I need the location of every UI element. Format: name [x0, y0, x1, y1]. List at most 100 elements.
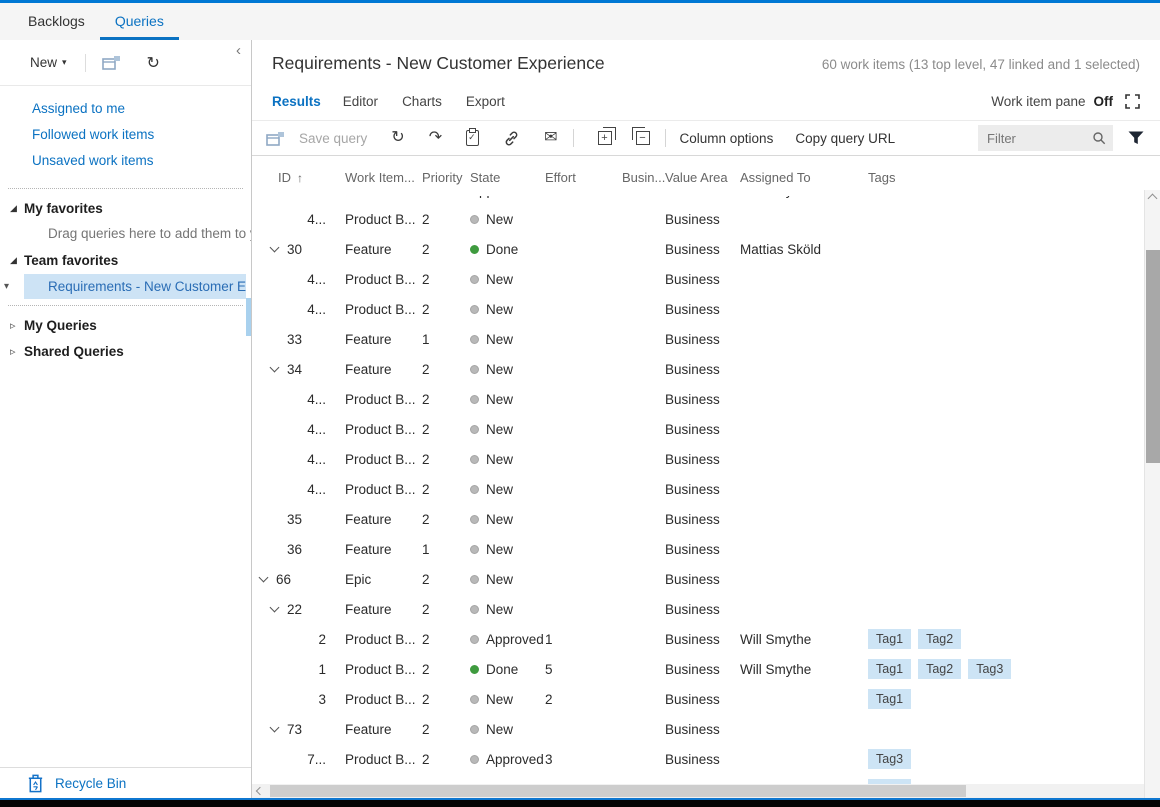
work-item-priority: 2 [422, 482, 470, 497]
collapse-sidebar-icon[interactable]: ‹ [236, 42, 241, 59]
column-header-state[interactable]: State [470, 170, 545, 185]
work-item-id: 7... [307, 752, 326, 767]
tab-charts[interactable]: Charts [402, 94, 442, 109]
work-item-id: 36 [287, 542, 302, 557]
tab-results[interactable]: Results [272, 94, 321, 109]
expand-chevron-icon[interactable] [259, 572, 269, 582]
table-row[interactable]: 4... Product B... 2 New Business [252, 294, 1160, 324]
work-item-priority: 2 [422, 392, 470, 407]
column-header-tags[interactable]: Tags [868, 170, 1160, 185]
email-query-icon[interactable]: ✉ [544, 130, 557, 146]
refresh-icon[interactable]: ↻ [391, 130, 404, 146]
table-row[interactable]: 35 Feature 2 New Business [252, 504, 1160, 534]
new-query-button[interactable]: New [30, 55, 57, 70]
tag-pill: Tag3 [968, 659, 1011, 679]
clipboard-check-icon[interactable] [466, 130, 479, 146]
table-row[interactable]: 4... Product B... 2 New Business [252, 384, 1160, 414]
fullscreen-icon[interactable] [1125, 94, 1140, 109]
table-row[interactable]: 1 Product B... 2 Done 5 Business Will Sm… [252, 654, 1160, 684]
work-item-value-area: Business [665, 242, 740, 257]
work-item-effort: 3 [545, 752, 622, 767]
tab-editor[interactable]: Editor [343, 94, 378, 109]
scroll-up-arrow-icon[interactable] [1148, 194, 1158, 204]
section-team-favorites[interactable]: ◢ Team favorites [0, 247, 251, 273]
section-shared-queries[interactable]: ▹ Shared Queries [0, 338, 251, 364]
work-item-value-area: Business [665, 332, 740, 347]
save-query-button[interactable]: Save query [299, 131, 367, 146]
column-header-assigned-to[interactable]: Assigned To [740, 170, 868, 185]
table-row[interactable]: 4... Product B... 2 New Business [252, 204, 1160, 234]
table-row[interactable]: 36 Feature 1 New Business [252, 534, 1160, 564]
tab-backlogs[interactable]: Backlogs [13, 3, 100, 40]
filter-funnel-icon[interactable] [1128, 131, 1144, 145]
column-header-priority[interactable]: Priority [422, 170, 470, 185]
column-header-work-item-type[interactable]: Work Item... [345, 170, 422, 185]
table-row[interactable]: 4... Product B... 2 New Business [252, 414, 1160, 444]
table-row[interactable]: 66 Epic 2 New Business [252, 564, 1160, 594]
open-query-icon[interactable] [102, 55, 121, 70]
refresh-icon[interactable]: ↻ [147, 53, 160, 73]
context-menu-chevron-icon[interactable]: ▾ [4, 281, 9, 292]
vertical-scrollbar-thumb[interactable] [1146, 250, 1160, 463]
tab-queries[interactable]: Queries [100, 3, 179, 40]
filter-input[interactable] [987, 131, 1092, 146]
table-row[interactable]: 2 Product B... 2 Approved 1 Business Wil… [252, 624, 1160, 654]
toolbar-divider [665, 129, 666, 147]
collapse-all-icon[interactable]: − [636, 131, 650, 145]
expand-chevron-icon[interactable] [270, 602, 280, 612]
table-row[interactable]: 4... Product B... 2 New Business [252, 264, 1160, 294]
table-row[interactable]: 7... Product B... 2 Approved 3 Business … [252, 744, 1160, 774]
recycle-bin-row[interactable]: Recycle Bin [0, 767, 251, 798]
column-header-effort[interactable]: Effort [545, 170, 622, 185]
horizontal-scrollbar[interactable] [252, 784, 1144, 798]
table-row[interactable]: Approved Will Smythe [252, 196, 1160, 204]
tab-export[interactable]: Export [466, 94, 505, 109]
table-row[interactable]: 30 Feature 2 Done Business Mattias Sköld [252, 234, 1160, 264]
expand-all-icon[interactable]: + [598, 131, 612, 145]
column-header-id[interactable]: ID↑ [278, 170, 345, 185]
expand-chevron-icon[interactable] [270, 242, 280, 252]
section-my-queries[interactable]: ▹ My Queries [0, 312, 251, 338]
section-divider [8, 188, 243, 189]
table-row[interactable]: 3 Product B... 2 New 2 Business Tag1 [252, 684, 1160, 714]
horizontal-scrollbar-thumb[interactable] [270, 785, 966, 797]
section-my-favorites[interactable]: ◢ My favorites [0, 195, 251, 221]
expand-chevron-icon[interactable] [270, 362, 280, 372]
table-row[interactable]: 33 Feature 1 New Business [252, 324, 1160, 354]
redo-arrow-icon[interactable]: ↷ [429, 130, 442, 146]
state-dot-icon [470, 605, 479, 614]
table-row[interactable]: 22 Feature 2 New Business [252, 594, 1160, 624]
column-header-value-area[interactable]: Value Area [665, 170, 740, 185]
sidebar-link-followed-work-items[interactable]: Followed work items [0, 122, 251, 148]
work-item-tags: Tag1Tag2 [868, 629, 1160, 649]
sidebar-link-unsaved-work-items[interactable]: Unsaved work items [0, 148, 251, 174]
content-area: ‹ New ▾ ↻ Assigned to me Followed work i… [0, 40, 1160, 798]
table-row[interactable]: 4... Product B... 2 New Business [252, 474, 1160, 504]
column-header-business[interactable]: Busin... [622, 170, 665, 185]
work-item-type: Feature [345, 722, 422, 737]
expand-chevron-icon[interactable] [270, 722, 280, 732]
state-dot-icon [470, 545, 479, 554]
column-options-button[interactable]: Column options [680, 131, 774, 146]
work-item-id: 4... [307, 392, 326, 407]
work-item-priority: 1 [422, 542, 470, 557]
work-item-value-area: Business [665, 722, 740, 737]
work-item-count-summary: 60 work items (13 top level, 47 linked a… [822, 57, 1140, 72]
sidebar-scrollbar-thumb[interactable] [246, 298, 251, 336]
query-view-icon[interactable] [266, 131, 285, 146]
vertical-scrollbar[interactable] [1144, 190, 1160, 798]
scroll-left-arrow-icon[interactable] [256, 787, 264, 795]
sidebar-link-assigned-to-me[interactable]: Assigned to me [0, 96, 251, 122]
work-item-value-area: Business [665, 572, 740, 587]
work-item-type: Feature [345, 512, 422, 527]
table-row[interactable]: 34 Feature 2 New Business [252, 354, 1160, 384]
copy-query-url-button[interactable]: Copy query URL [795, 131, 895, 146]
toolbar-divider [85, 54, 86, 72]
work-item-pane-toggle[interactable]: Off [1094, 94, 1114, 109]
link-icon[interactable] [503, 130, 520, 147]
recycle-bin-label: Recycle Bin [55, 776, 126, 791]
state-dot-icon [470, 215, 479, 224]
sidebar-item-selected-query[interactable]: Requirements - New Customer Exp... [24, 274, 246, 299]
table-row[interactable]: 4... Product B... 2 New Business [252, 444, 1160, 474]
table-row[interactable]: 73 Feature 2 New Business [252, 714, 1160, 744]
